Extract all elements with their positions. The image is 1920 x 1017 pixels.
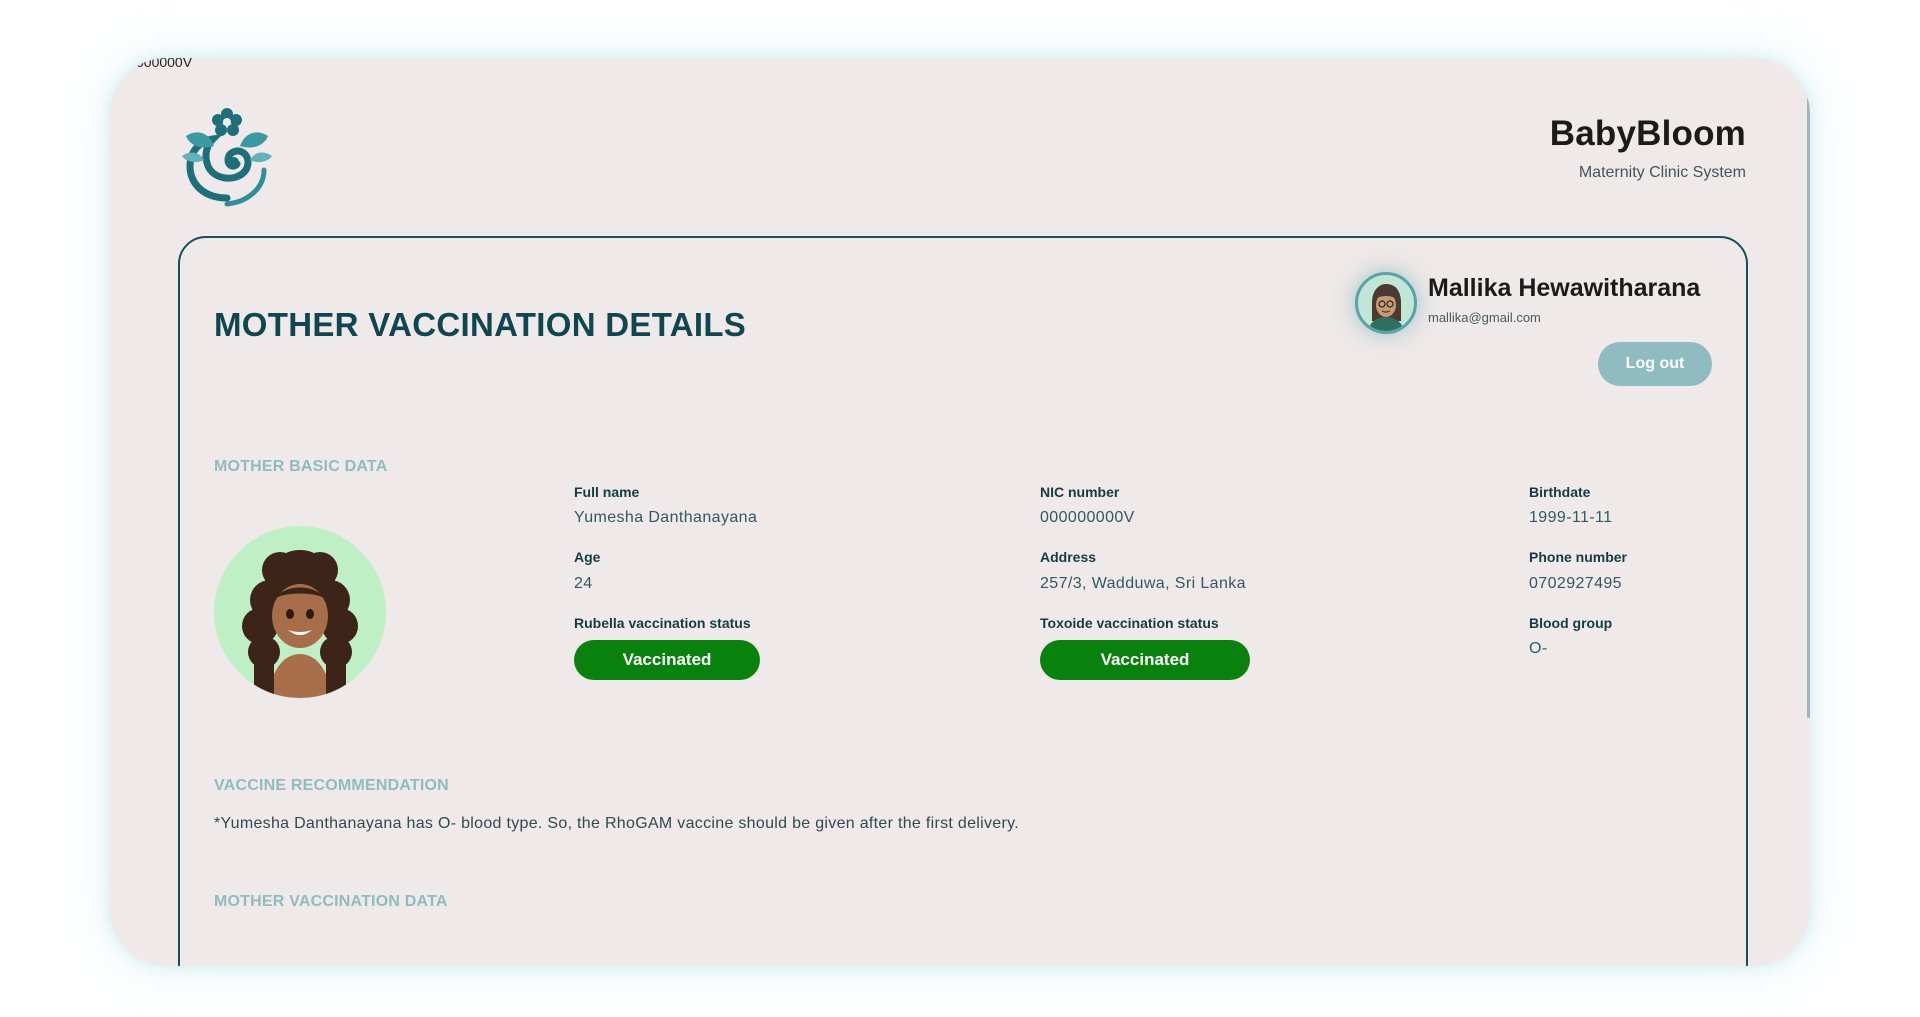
logout-button[interactable]: Log out bbox=[1598, 342, 1712, 386]
phone-number-label: Phone number bbox=[1529, 549, 1628, 565]
brand-block: BabyBloom Maternity Clinic System bbox=[1550, 114, 1746, 182]
page-title: MOTHER VACCINATION DETAILS bbox=[214, 306, 747, 343]
full-name-label: Full name bbox=[574, 484, 640, 500]
address-label: Address bbox=[1040, 549, 1097, 565]
address-value: 257/3, Wadduwa, Sri Lanka bbox=[1040, 575, 1246, 592]
app-window: 000000V BabyBloom Maternity Clinic Syste… bbox=[110, 58, 1810, 966]
section-title-basic-data: MOTHER BASIC DATA bbox=[214, 458, 388, 475]
age-label: Age bbox=[574, 549, 601, 565]
toxoide-status-badge: Vaccinated bbox=[1040, 640, 1250, 680]
nic-number-value: 000000000V bbox=[1040, 509, 1135, 526]
user-name: Mallika Hewawitharana bbox=[1428, 274, 1701, 302]
user-email: mallika@gmail.com bbox=[1428, 310, 1541, 325]
age-value: 24 bbox=[574, 575, 593, 592]
vaccine-recommendation-text: *Yumesha Danthanayana has O- blood type.… bbox=[214, 815, 1019, 832]
brand-name: BabyBloom bbox=[1549, 114, 1746, 153]
nic-number-label: NIC number bbox=[1040, 484, 1120, 500]
rubella-status-badge: Vaccinated bbox=[574, 640, 760, 680]
toxoide-status-label: Toxoide vaccination status bbox=[1040, 615, 1219, 631]
section-title-recommendation: VACCINE RECOMMENDATION bbox=[214, 777, 449, 794]
brand-subtitle: Maternity Clinic System bbox=[1578, 164, 1746, 181]
birthdate-label: Birthdate bbox=[1529, 484, 1591, 500]
phone-number-value: 0702927495 bbox=[1529, 575, 1622, 592]
blood-group-value: O- bbox=[1529, 640, 1548, 657]
rubella-status-label: Rubella vaccination status bbox=[574, 615, 751, 631]
birthdate-value: 1999-11-11 bbox=[1529, 509, 1613, 526]
full-name-value: Yumesha Danthanayana bbox=[574, 509, 758, 526]
clipped-header-text: 000000V bbox=[136, 58, 193, 70]
babybloom-logo-icon bbox=[176, 106, 278, 210]
user-avatar[interactable] bbox=[1355, 272, 1417, 334]
section-title-vaccination-data: MOTHER VACCINATION DATA bbox=[214, 893, 448, 910]
vaccination-details-panel: MOTHER VACCINATION DETAILS Mallika Hewaw… bbox=[178, 236, 1748, 966]
mother-avatar bbox=[214, 526, 386, 698]
blood-group-label: Blood group bbox=[1529, 615, 1613, 631]
